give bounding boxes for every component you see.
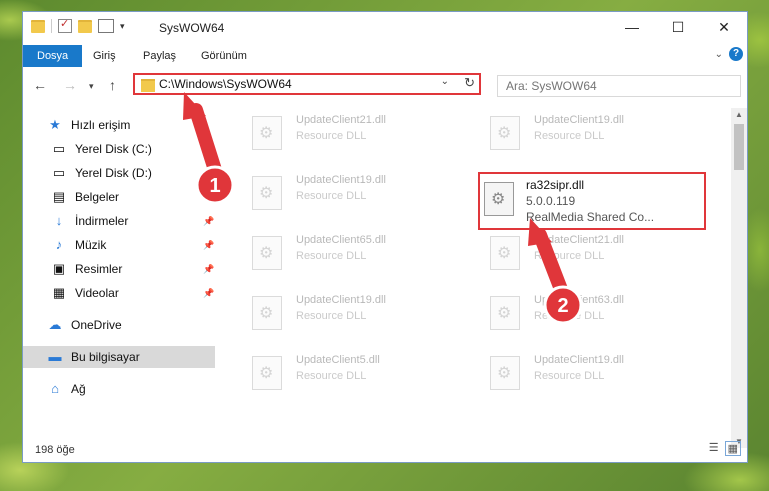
callout-arrow-2: 2 xyxy=(528,218,583,325)
callout-overlay: 1 2 xyxy=(183,92,583,325)
callout-number-2: 2 xyxy=(557,295,568,317)
callout-number-1: 1 xyxy=(209,175,220,197)
callout-arrow-1: 1 xyxy=(183,92,235,205)
